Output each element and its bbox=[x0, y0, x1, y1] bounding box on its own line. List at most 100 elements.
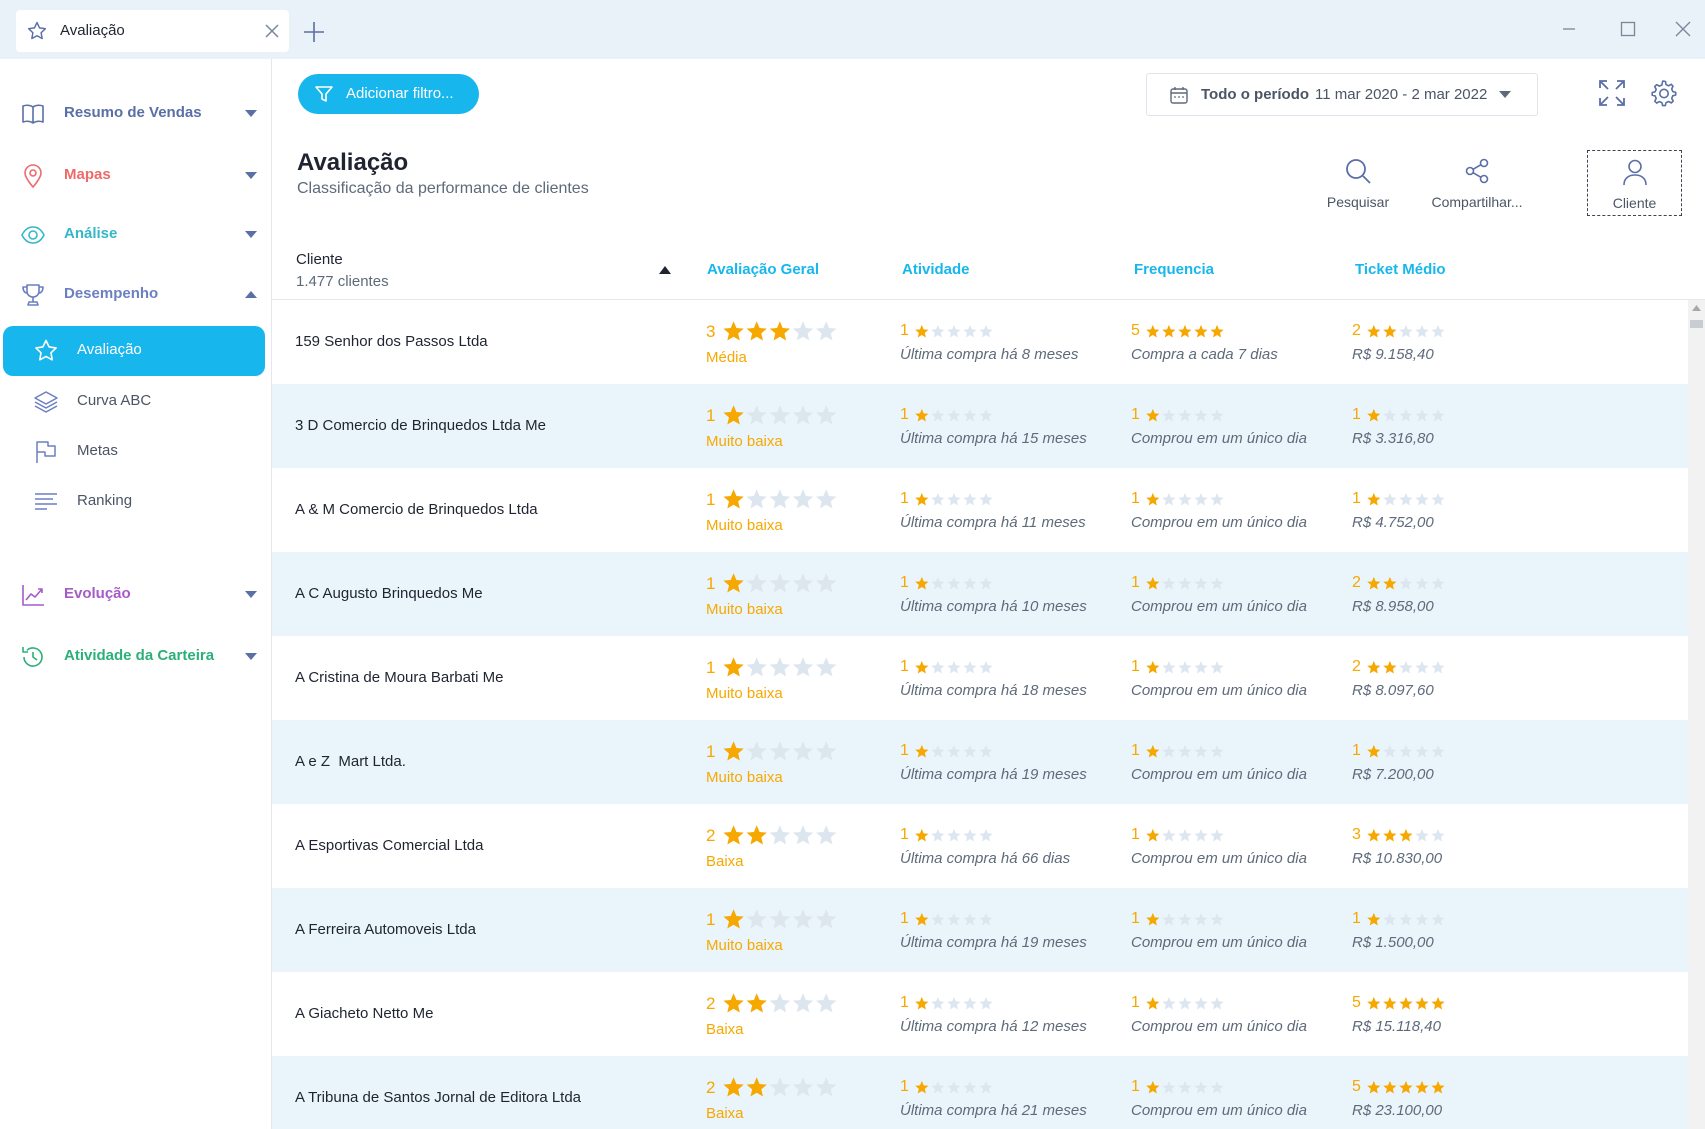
table-row[interactable]: 159 Senhor dos Passos Ltda 3 Média 1 Última … bbox=[272, 300, 1688, 384]
sidebar-item-avaliacao[interactable]: Avaliação bbox=[3, 326, 265, 376]
star-empty-icon bbox=[1178, 576, 1192, 590]
column-header-atividade[interactable]: Atividade bbox=[902, 261, 970, 278]
activity-stars bbox=[915, 912, 993, 926]
sidebar-item-desempenho[interactable]: Desempenho bbox=[0, 272, 272, 316]
star-empty-icon bbox=[746, 573, 767, 593]
star-filled-icon bbox=[723, 993, 744, 1013]
star-filled-icon bbox=[1367, 324, 1381, 338]
frequency-stars bbox=[1146, 324, 1224, 338]
column-header-frequencia[interactable]: Frequencia bbox=[1134, 261, 1214, 278]
sidebar-item-mapas[interactable]: Mapas bbox=[0, 153, 272, 197]
activity-description: Última compra há 12 meses bbox=[900, 1018, 1087, 1035]
star-empty-icon bbox=[1415, 576, 1429, 590]
ticket-rating-value: 1 bbox=[1352, 490, 1361, 507]
column-header-avaliacao-geral[interactable]: Avaliação Geral bbox=[707, 261, 819, 278]
activity-stars bbox=[915, 408, 993, 422]
list-icon bbox=[35, 493, 57, 510]
star-empty-icon bbox=[947, 828, 961, 842]
trophy-icon bbox=[22, 284, 44, 306]
activity-description: Última compra há 19 meses bbox=[900, 934, 1087, 951]
maximize-icon[interactable] bbox=[1617, 18, 1639, 40]
table-row[interactable]: A Tribuna de Santos Jornal de Editora Lt… bbox=[272, 1056, 1688, 1129]
table-row[interactable]: A Ferreira Automoveis Ltda 1 Muito baixa 1 Ú… bbox=[272, 888, 1688, 972]
expand-icon[interactable] bbox=[1597, 78, 1627, 108]
client-view-button[interactable]: Cliente bbox=[1587, 150, 1682, 216]
overall-rating-value: 2 bbox=[706, 826, 716, 845]
share-button[interactable]: Compartilhar... bbox=[1430, 150, 1524, 216]
star-filled-icon bbox=[915, 744, 929, 758]
star-empty-icon bbox=[769, 1077, 791, 1097]
overall-rating-value: 1 bbox=[706, 574, 716, 593]
ticket-rating-value: 5 bbox=[1352, 994, 1361, 1011]
star-empty-icon bbox=[979, 744, 993, 758]
client-name: A Ferreira Automoveis Ltda bbox=[295, 921, 476, 938]
sort-ascending-icon[interactable] bbox=[659, 266, 671, 274]
sidebar-item-resumo-de-vendas[interactable]: Resumo de Vendas bbox=[0, 91, 272, 135]
star-empty-icon bbox=[816, 657, 837, 677]
star-filled-icon bbox=[723, 489, 744, 509]
overall-stars bbox=[723, 405, 837, 425]
star-empty-icon bbox=[1415, 744, 1429, 758]
add-filter-button[interactable]: Adicionar filtro... bbox=[298, 74, 479, 114]
sidebar-item-ranking[interactable]: Ranking bbox=[0, 477, 272, 525]
add-tab-icon[interactable] bbox=[302, 20, 326, 44]
minimize-icon[interactable] bbox=[1558, 18, 1580, 40]
scrollbar-thumb[interactable] bbox=[1690, 320, 1703, 328]
table-row[interactable]: A Giacheto Netto Me 2 Baixa 1 Última compra … bbox=[272, 972, 1688, 1056]
frequency-stars bbox=[1146, 576, 1224, 590]
activity-rating-value: 1 bbox=[900, 994, 909, 1011]
column-header-ticket-medio[interactable]: Ticket Médio bbox=[1355, 261, 1446, 278]
activity-rating-value: 1 bbox=[900, 658, 909, 675]
frequency-rating-value: 1 bbox=[1131, 1078, 1140, 1095]
vertical-scrollbar[interactable] bbox=[1688, 300, 1705, 1129]
star-empty-icon bbox=[1178, 828, 1192, 842]
star-empty-icon bbox=[1399, 744, 1413, 758]
flag-icon bbox=[36, 441, 56, 463]
ticket-description: R$ 15.118,40 bbox=[1352, 1018, 1441, 1035]
sidebar-item-curva-abc[interactable]: Curva ABC bbox=[0, 377, 272, 425]
star-filled-icon bbox=[1146, 828, 1160, 842]
star-empty-icon bbox=[931, 828, 945, 842]
activity-stars bbox=[915, 576, 993, 590]
frequency-rating-value: 1 bbox=[1131, 574, 1140, 591]
table-row[interactable]: 3 D Comercio de Brinquedos Ltda Me 1 Muito… bbox=[272, 384, 1688, 468]
sidebar-item-atividade-da-carteira[interactable]: Atividade da Carteira bbox=[0, 634, 272, 678]
search-button[interactable]: Pesquisar bbox=[1322, 150, 1394, 216]
star-empty-icon bbox=[1194, 492, 1208, 506]
tab-avaliacao[interactable]: Avaliação bbox=[16, 10, 289, 52]
title-bar: Avaliação bbox=[0, 0, 1705, 59]
filter-icon bbox=[315, 86, 333, 102]
activity-stars bbox=[915, 744, 993, 758]
close-icon[interactable] bbox=[263, 22, 281, 40]
star-empty-icon bbox=[1210, 828, 1224, 842]
star-empty-icon bbox=[1178, 660, 1192, 674]
client-name: 3 D Comercio de Brinquedos Ltda Me bbox=[295, 417, 546, 434]
sidebar-item-metas[interactable]: Metas bbox=[0, 427, 272, 475]
table-row[interactable]: A Esportivas Comercial Ltda 2 Baixa 1 Última… bbox=[272, 804, 1688, 888]
activity-description: Última compra há 21 meses bbox=[900, 1102, 1087, 1119]
star-empty-icon bbox=[769, 405, 791, 425]
star-empty-icon bbox=[979, 996, 993, 1010]
window-close-icon[interactable] bbox=[1672, 18, 1694, 40]
period-selector[interactable]: Todo o período 11 mar 2020 - 2 mar 2022 bbox=[1146, 73, 1538, 116]
overall-rating-label: Baixa bbox=[706, 853, 744, 870]
period-value: 11 mar 2020 - 2 mar 2022 bbox=[1315, 86, 1488, 103]
star-icon bbox=[35, 339, 57, 361]
table-row[interactable]: A Cristina de Moura Barbati Me 1 Muito bai… bbox=[272, 636, 1688, 720]
star-empty-icon bbox=[947, 492, 961, 506]
star-empty-icon bbox=[931, 408, 945, 422]
client-column-header[interactable]: Cliente bbox=[296, 251, 343, 268]
star-empty-icon bbox=[931, 744, 945, 758]
star-empty-icon bbox=[931, 660, 945, 674]
star-empty-icon bbox=[1383, 744, 1397, 758]
star-empty-icon bbox=[1194, 576, 1208, 590]
table-row[interactable]: A & M Comercio de Brinquedos Ltda 1 Muito … bbox=[272, 468, 1688, 552]
activity-description: Última compra há 66 dias bbox=[900, 850, 1071, 867]
scroll-up-arrow-icon[interactable] bbox=[1692, 305, 1701, 311]
table-row[interactable]: A C Augusto Brinquedos Me 1 Muito baixa 1 Úl… bbox=[272, 552, 1688, 636]
table-row[interactable]: A e Z Mart Ltda. 1 Muito baixa 1 Última comp… bbox=[272, 720, 1688, 804]
gear-icon[interactable] bbox=[1648, 78, 1678, 108]
client-name: A Giacheto Netto Me bbox=[295, 1005, 434, 1022]
sidebar-item-analise[interactable]: Análise bbox=[0, 212, 272, 256]
sidebar-item-evolucao[interactable]: Evolução bbox=[0, 572, 272, 616]
